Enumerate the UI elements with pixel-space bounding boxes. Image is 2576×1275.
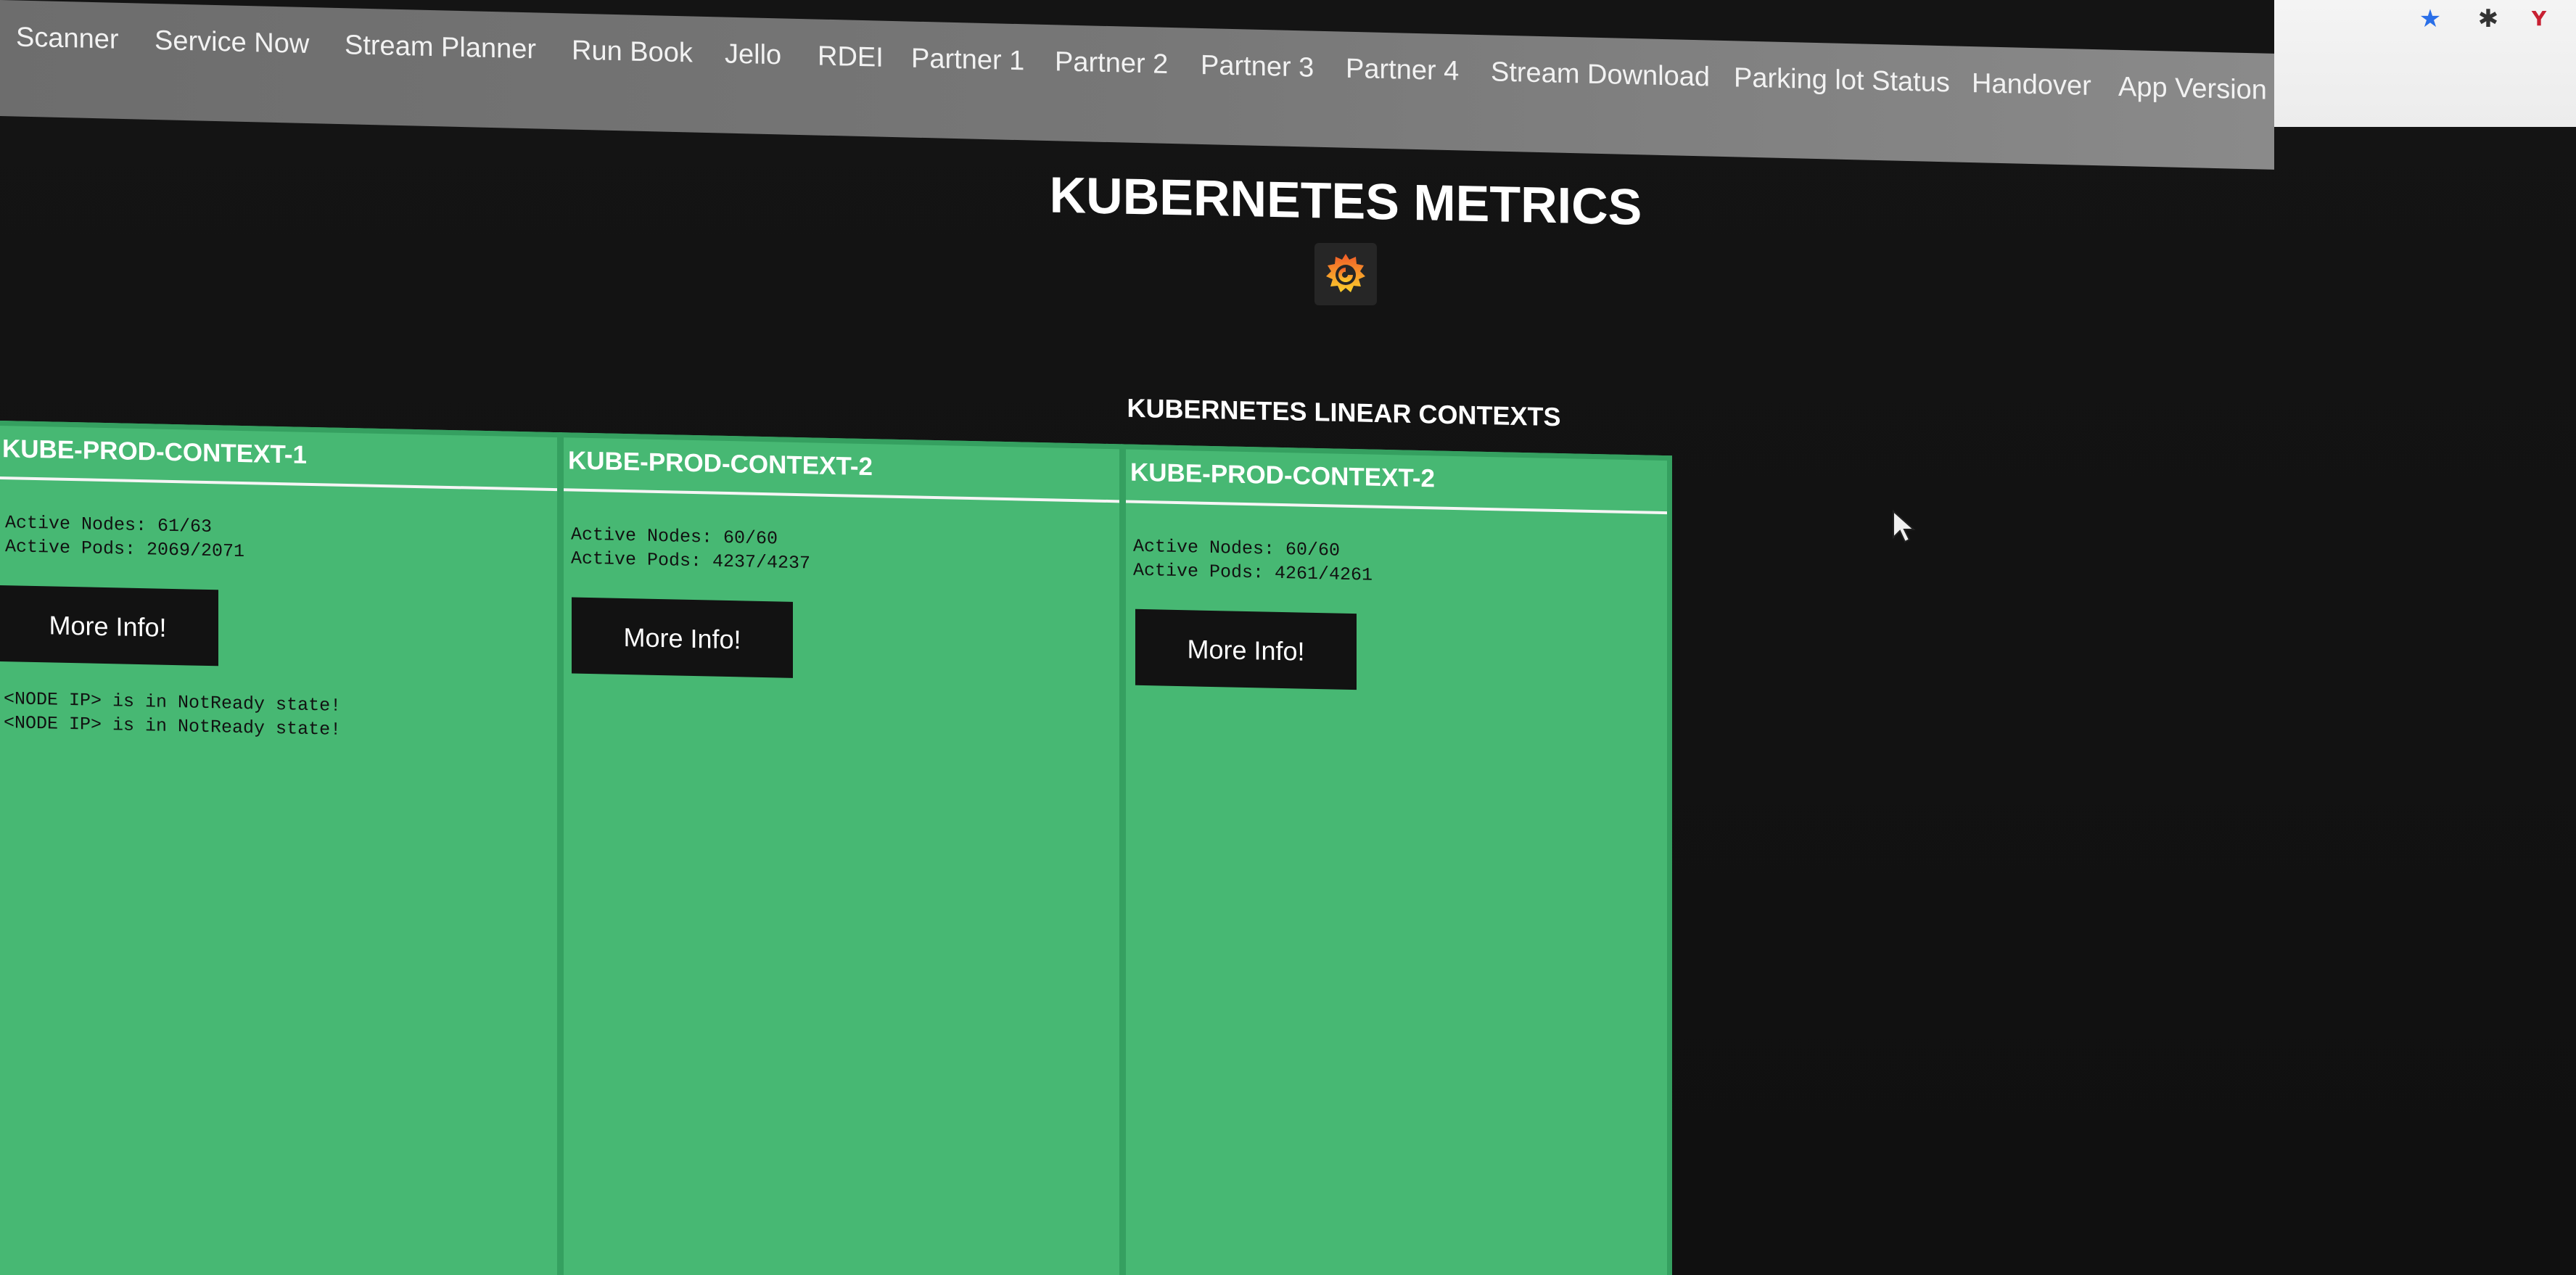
nav-item-partner-1[interactable]: Partner 1 xyxy=(911,36,1024,84)
nav-item-partner-4[interactable]: Partner 4 xyxy=(1346,46,1459,94)
browser-extension-icon[interactable]: Y xyxy=(2524,4,2554,33)
nav-links: Scanner Service Now Stream Planner Run B… xyxy=(0,0,2274,170)
nav-item-partner-3[interactable]: Partner 3 xyxy=(1201,43,1314,91)
nav-item-rdei[interactable]: RDEI xyxy=(818,34,884,81)
context-metrics: Active Nodes: 60/60 Active Pods: 4261/42… xyxy=(1133,535,1373,586)
nav-item-stream-planner[interactable]: Stream Planner xyxy=(345,22,536,72)
mouse-cursor-icon xyxy=(1893,510,1916,543)
context-panel: KUBE-PROD-CONTEXT-2 Active Nodes: 60/60 … xyxy=(559,432,1124,1275)
more-info-button[interactable]: More Info! xyxy=(572,597,793,678)
nav-item-handover[interactable]: Handover xyxy=(1972,61,2091,109)
context-panel: KUBE-PROD-CONTEXT-1 Active Nodes: 61/63 … xyxy=(0,420,562,1275)
nav-item-scanner[interactable]: Scanner xyxy=(16,15,119,62)
nav-item-partner-2[interactable]: Partner 2 xyxy=(1055,39,1168,87)
context-panel: KUBE-PROD-CONTEXT-2 Active Nodes: 60/60 … xyxy=(1121,444,1672,1275)
context-metrics: Active Nodes: 60/60 Active Pods: 4237/42… xyxy=(571,524,811,574)
nav-item-app-version[interactable]: App Version xyxy=(2118,65,2267,113)
page-title: KUBERNETES METRICS xyxy=(1049,166,1642,236)
extensions-puzzle-icon[interactable]: ✱ xyxy=(2474,4,2503,33)
more-info-button[interactable]: More Info! xyxy=(1135,608,1357,690)
nav-item-run-book[interactable]: Run Book xyxy=(572,28,693,76)
bookmark-star-icon[interactable]: ★ xyxy=(2416,4,2445,33)
app-page: ★ ✱ Y Scanner Service Now Stream Planner… xyxy=(0,0,2576,1275)
divider xyxy=(1126,500,1667,515)
context-title: KUBE-PROD-CONTEXT-2 xyxy=(568,446,873,482)
section-subtitle: KUBERNETES LINEAR CONTEXTS xyxy=(1127,392,1561,432)
grafana-swirl-icon xyxy=(1326,254,1365,292)
grafana-logo-icon[interactable] xyxy=(1314,243,1377,305)
context-title: KUBE-PROD-CONTEXT-2 xyxy=(1130,458,1436,493)
context-title: KUBE-PROD-CONTEXT-1 xyxy=(2,434,308,469)
nav-item-parking-lot-status[interactable]: Parking lot Status xyxy=(1734,55,1950,105)
nav-item-service-now[interactable]: Service Now xyxy=(155,18,309,67)
contexts-grid: KUBE-PROD-CONTEXT-1 Active Nodes: 61/63 … xyxy=(0,420,1676,1275)
nav-item-jello[interactable]: Jello xyxy=(725,32,781,78)
divider xyxy=(564,488,1119,503)
nav-item-stream-download[interactable]: Stream Download xyxy=(1491,49,1710,99)
node-alerts: <NODE IP> is in NotReady state! <NODE IP… xyxy=(4,688,342,740)
divider xyxy=(0,476,557,492)
more-info-button[interactable]: More Info! xyxy=(0,585,218,667)
context-metrics: Active Nodes: 61/63 Active Pods: 2069/20… xyxy=(5,512,245,563)
